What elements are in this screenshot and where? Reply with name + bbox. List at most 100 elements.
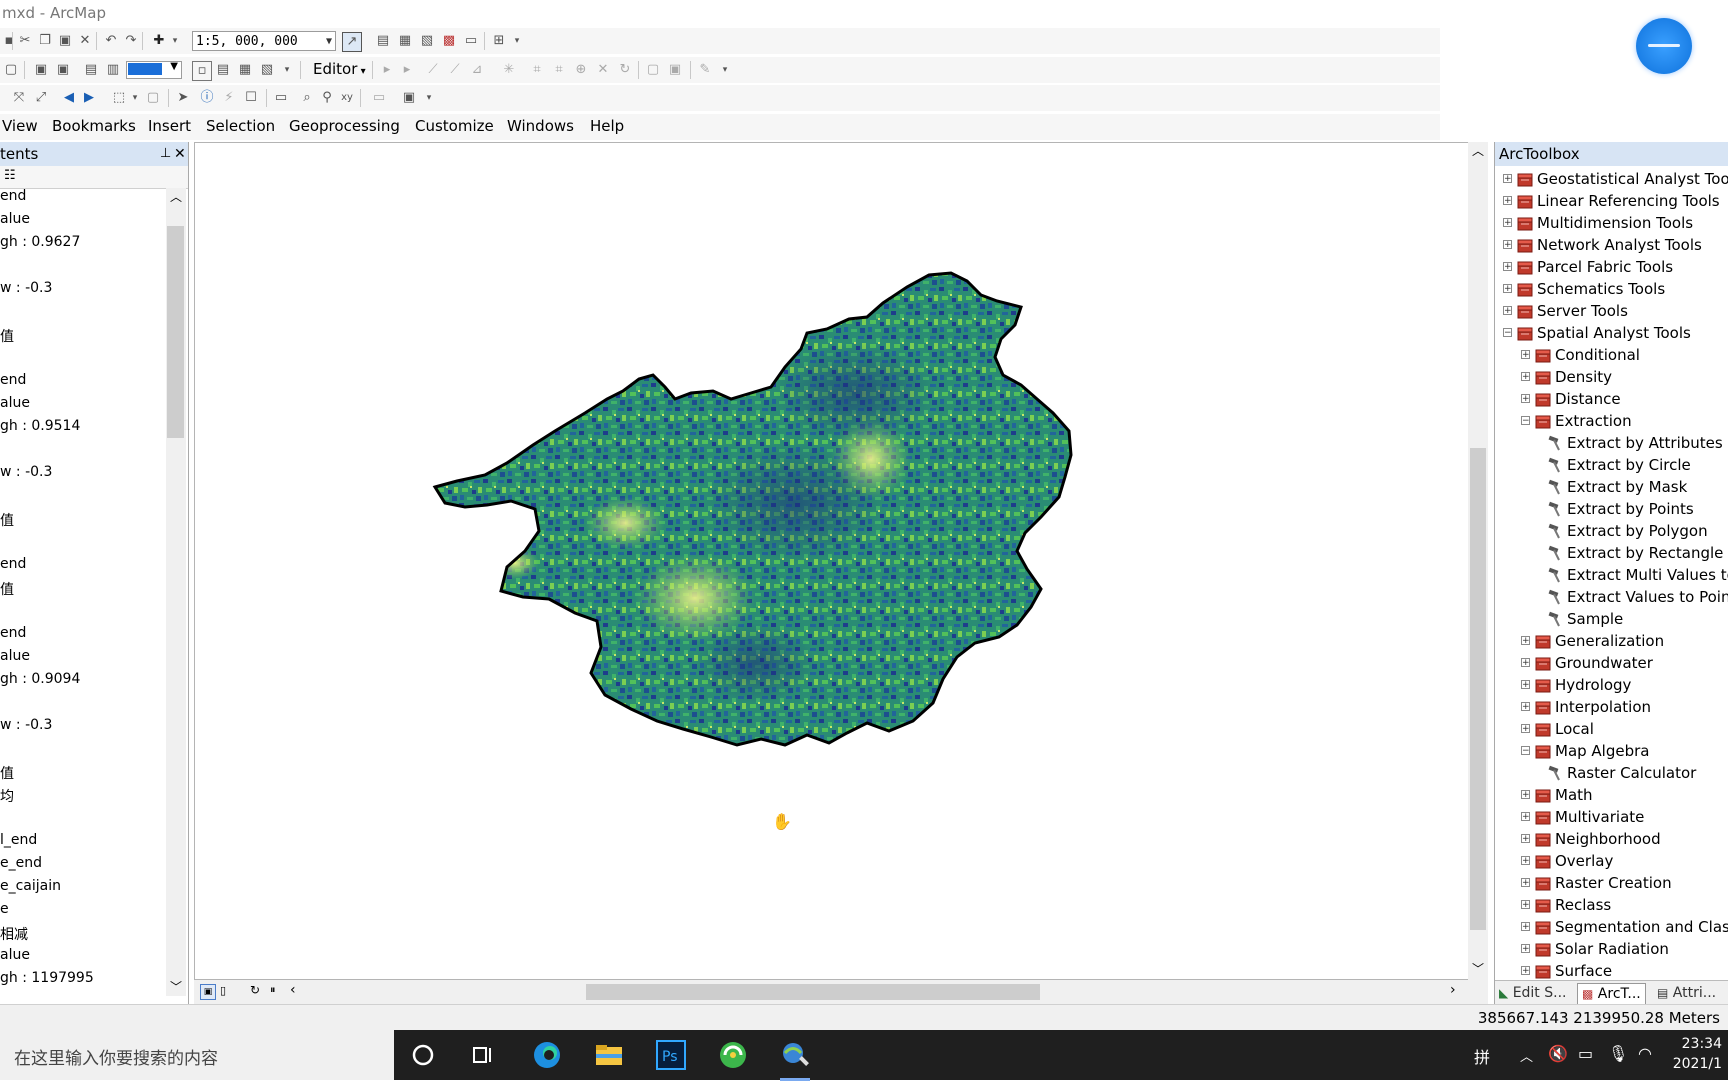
expand-icon[interactable]: + xyxy=(1521,812,1530,822)
close-icon[interactable]: ✕ xyxy=(174,142,186,166)
collapse-icon[interactable]: − xyxy=(1503,328,1512,338)
toolbox-item[interactable]: + Generalization xyxy=(1495,630,1728,652)
split-icon[interactable]: ✕ xyxy=(594,61,612,79)
edge-browser-icon[interactable] xyxy=(532,1040,562,1070)
toolbox-item[interactable]: + Server Tools xyxy=(1495,300,1728,322)
toc-line[interactable]: alue xyxy=(0,947,30,963)
expand-icon[interactable]: + xyxy=(1521,900,1530,910)
go-forward-icon[interactable]: ▶ xyxy=(80,89,98,107)
python-window-icon[interactable]: ▭ xyxy=(462,32,480,50)
paste-icon[interactable]: ▣ xyxy=(56,32,74,50)
undo-icon[interactable]: ↶ xyxy=(102,32,120,50)
layout-view-icon[interactable]: ▯ xyxy=(220,984,226,997)
toolbox-item[interactable]: − Spatial Analyst Tools xyxy=(1495,322,1728,344)
delete-icon[interactable]: ✕ xyxy=(76,32,94,50)
wifi-icon[interactable]: ◠ xyxy=(1638,1044,1652,1063)
zoom-whole-page-icon[interactable]: ▢ xyxy=(2,61,20,79)
expand-icon[interactable]: + xyxy=(1521,372,1530,382)
toolbox-item[interactable]: + Local xyxy=(1495,718,1728,740)
editor-menu-button[interactable]: Editor ▾ xyxy=(313,60,366,78)
floating-assistant-icon[interactable] xyxy=(1636,18,1692,74)
toolbox-item[interactable]: + Segmentation and Classification xyxy=(1495,916,1728,938)
cut-polygons-icon[interactable]: ⊕ xyxy=(572,61,590,79)
tab-attributes[interactable]: ▤ Attri... xyxy=(1657,983,1716,1003)
scroll-up-icon[interactable]: ︿ xyxy=(170,188,182,205)
straight-segment-icon[interactable]: ⟋ xyxy=(424,61,442,79)
layout-zoom-out-icon[interactable]: ▥ xyxy=(104,61,122,79)
pause-drawing-icon[interactable]: ⏸ xyxy=(270,983,276,997)
find-icon[interactable]: ⌕ xyxy=(298,89,316,107)
refresh-icon[interactable]: ↻ xyxy=(250,983,260,997)
measure-icon[interactable]: ▭ xyxy=(272,89,290,107)
toolbox-item[interactable]: + Distance xyxy=(1495,388,1728,410)
endpoint-arc-icon[interactable]: ⟋ xyxy=(446,61,464,79)
expand-icon[interactable]: + xyxy=(1521,636,1530,646)
battery-icon[interactable]: ▭ xyxy=(1578,1044,1593,1063)
expand-icon[interactable]: + xyxy=(1521,834,1530,844)
toolbox-item[interactable]: + Density xyxy=(1495,366,1728,388)
expand-icon[interactable]: + xyxy=(1521,944,1530,954)
toc-line[interactable]: gh : 0.9514 xyxy=(0,418,80,434)
expand-icon[interactable]: + xyxy=(1521,680,1530,690)
focus-data-frame-icon[interactable]: ▤ xyxy=(214,61,232,79)
fixed-zoom-out-icon[interactable]: ⤢ xyxy=(32,89,50,107)
toc-line[interactable]: e xyxy=(0,901,9,917)
map-scale-combobox[interactable]: 1:5, 000, 000 ▼ xyxy=(192,31,336,51)
data-driven-pages-icon[interactable]: ▧ xyxy=(258,61,276,79)
expand-icon[interactable]: + xyxy=(1503,174,1512,184)
toolbox-item[interactable]: Extract by Polygon xyxy=(1495,520,1728,542)
ime-indicator[interactable]: 拼 xyxy=(1474,1044,1490,1068)
search-window-icon[interactable]: ▧ xyxy=(418,32,436,50)
toolbox-item[interactable]: + Schematics Tools xyxy=(1495,278,1728,300)
scroll-down-icon[interactable]: ﹀ xyxy=(170,978,182,995)
menu-geoprocessing[interactable]: Geoprocessing xyxy=(289,117,400,135)
chevron-down-icon[interactable]: ▾ xyxy=(126,89,144,107)
toolbar-options-icon[interactable]: ▾ xyxy=(716,61,734,79)
toc-line[interactable]: end xyxy=(0,188,26,204)
toolbox-item[interactable]: + Reclass xyxy=(1495,894,1728,916)
toc-line[interactable]: e_caijain xyxy=(0,878,61,894)
toc-line[interactable]: 值 xyxy=(0,510,14,530)
list-by-drawing-order-icon[interactable]: ☷ xyxy=(4,168,16,183)
toc-line[interactable]: 值 xyxy=(0,763,14,783)
toolbox-item[interactable]: − Extraction xyxy=(1495,410,1728,432)
map-vertical-thumb[interactable] xyxy=(1470,448,1486,930)
full-extent-icon[interactable]: ⤧ xyxy=(10,89,28,107)
toolbox-item[interactable]: Extract by Circle xyxy=(1495,454,1728,476)
toc-line[interactable]: end xyxy=(0,556,26,572)
go-to-xy-icon[interactable]: xy xyxy=(338,89,356,107)
add-data-dropdown-icon[interactable]: ▾ xyxy=(166,32,184,50)
change-layout-icon[interactable]: ▦ xyxy=(236,61,254,79)
toolbox-item[interactable]: Extract by Attributes xyxy=(1495,432,1728,454)
modelbuilder-icon[interactable]: ⊞ xyxy=(490,32,508,50)
toolbox-item[interactable]: + Neighborhood xyxy=(1495,828,1728,850)
menu-insert[interactable]: Insert xyxy=(148,117,191,135)
find-route-icon[interactable]: ⚲ xyxy=(318,89,336,107)
toc-line[interactable]: alue xyxy=(0,648,30,664)
menu-view[interactable]: View xyxy=(2,117,38,135)
cut-icon[interactable]: ✂ xyxy=(16,32,34,50)
catalog-icon[interactable]: ▦ xyxy=(396,32,414,50)
expand-icon[interactable]: + xyxy=(1503,218,1512,228)
menu-customize[interactable]: Customize xyxy=(415,117,494,135)
hyperlink-icon[interactable]: ⚡ xyxy=(220,89,238,107)
scroll-up-icon[interactable]: ︿ xyxy=(1472,142,1484,159)
toc-line[interactable]: w : -0.3 xyxy=(0,717,52,733)
time-slider-icon[interactable]: ▭ xyxy=(370,89,388,107)
expand-icon[interactable]: + xyxy=(1521,966,1530,976)
toc-line[interactable]: gh : 0.9094 xyxy=(0,671,80,687)
expand-icon[interactable]: + xyxy=(1521,922,1530,932)
editor-toolbar-icon[interactable]: ↗ xyxy=(342,32,362,52)
toolbox-item[interactable]: + Hydrology xyxy=(1495,674,1728,696)
toolbox-item[interactable]: Extract Values to Points xyxy=(1495,586,1728,608)
toolbar-options-icon[interactable]: ▾ xyxy=(508,32,526,50)
toolbox-item[interactable]: − Map Algebra xyxy=(1495,740,1728,762)
volume-muted-icon[interactable]: 🔇 xyxy=(1548,1044,1568,1063)
expand-icon[interactable]: + xyxy=(1503,284,1512,294)
toolbar-options-icon[interactable]: ▾ xyxy=(278,61,296,79)
photoshop-icon[interactable]: Ps xyxy=(656,1040,686,1070)
microphone-icon[interactable]: 🎙 xyxy=(1608,1044,1628,1063)
expand-icon[interactable]: + xyxy=(1521,394,1530,404)
zoom-out-fixed-icon[interactable]: ▣ xyxy=(54,61,72,79)
tab-arctoolbox[interactable]: ▩ ArcT... xyxy=(1577,983,1646,1004)
